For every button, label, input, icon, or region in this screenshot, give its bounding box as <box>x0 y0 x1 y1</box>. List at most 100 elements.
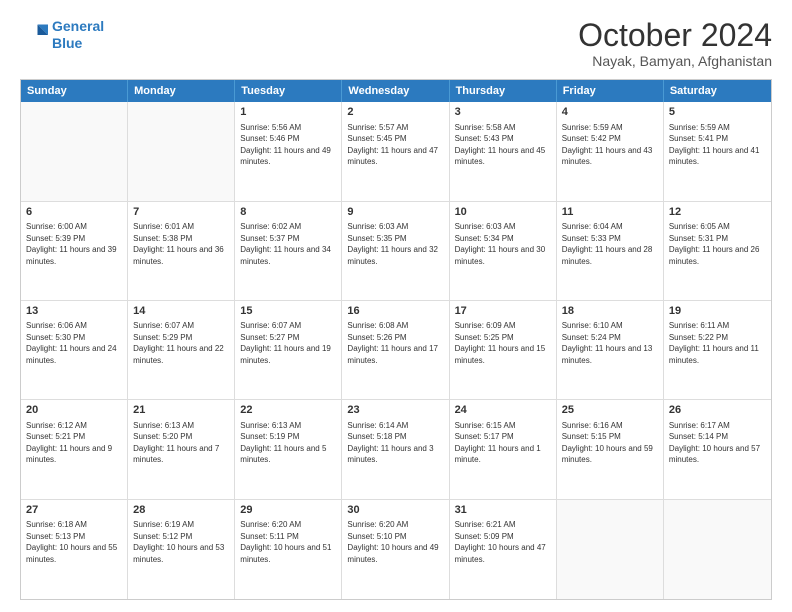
day-number: 27 <box>26 503 122 518</box>
table-row: 19Sunrise: 6:11 AMSunset: 5:22 PMDayligh… <box>664 301 771 399</box>
day-info: Sunrise: 6:06 AMSunset: 5:30 PMDaylight:… <box>26 320 122 366</box>
logo-line1: General <box>52 18 104 34</box>
calendar-body: 1Sunrise: 5:56 AMSunset: 5:46 PMDaylight… <box>21 102 771 599</box>
calendar-row: 27Sunrise: 6:18 AMSunset: 5:13 PMDayligh… <box>21 500 771 599</box>
table-row: 31Sunrise: 6:21 AMSunset: 5:09 PMDayligh… <box>450 500 557 599</box>
day-info: Sunrise: 6:03 AMSunset: 5:35 PMDaylight:… <box>347 221 443 267</box>
table-row <box>21 102 128 200</box>
page: General Blue October 2024 Nayak, Bamyan,… <box>0 0 792 612</box>
weekday-header: Wednesday <box>342 80 449 102</box>
table-row: 2Sunrise: 5:57 AMSunset: 5:45 PMDaylight… <box>342 102 449 200</box>
table-row: 13Sunrise: 6:06 AMSunset: 5:30 PMDayligh… <box>21 301 128 399</box>
title-block: October 2024 Nayak, Bamyan, Afghanistan <box>578 18 772 69</box>
day-info: Sunrise: 6:20 AMSunset: 5:10 PMDaylight:… <box>347 519 443 565</box>
day-info: Sunrise: 6:20 AMSunset: 5:11 PMDaylight:… <box>240 519 336 565</box>
table-row: 4 Sunrise: 5:59 AMSunset: 5:42 PMDaylight… <box>557 102 664 200</box>
month-title: October 2024 <box>578 18 772 53</box>
table-row: 10Sunrise: 6:03 AMSunset: 5:34 PMDayligh… <box>450 202 557 300</box>
table-row: 23Sunrise: 6:14 AMSunset: 5:18 PMDayligh… <box>342 400 449 498</box>
day-info: Sunrise: 6:07 AMSunset: 5:29 PMDaylight:… <box>133 320 229 366</box>
table-row: 16Sunrise: 6:08 AMSunset: 5:26 PMDayligh… <box>342 301 449 399</box>
table-row: 17Sunrise: 6:09 AMSunset: 5:25 PMDayligh… <box>450 301 557 399</box>
day-number: 7 <box>133 205 229 220</box>
day-number: 11 <box>562 205 658 220</box>
table-row: 25 Sunrise: 6:16 AMSunset: 5:15 PMDayligh… <box>557 400 664 498</box>
day-info: Sunrise: 6:08 AMSunset: 5:26 PMDaylight:… <box>347 320 443 366</box>
table-row: 26 Sunrise: 6:17 AMSunset: 5:14 PMDayligh… <box>664 400 771 498</box>
table-row: 6Sunrise: 6:00 AMSunset: 5:39 PMDaylight… <box>21 202 128 300</box>
day-number: 25 <box>562 403 658 418</box>
day-number: 13 <box>26 304 122 319</box>
day-info: Sunrise: 6:01 AMSunset: 5:38 PMDaylight:… <box>133 221 229 267</box>
day-number: 24 <box>455 403 551 418</box>
day-info: Sunrise: 6:09 AMSunset: 5:25 PMDaylight:… <box>455 320 551 366</box>
day-number: 12 <box>669 205 766 220</box>
table-row: 15Sunrise: 6:07 AMSunset: 5:27 PMDayligh… <box>235 301 342 399</box>
day-info: Sunrise: 6:17 AMSunset: 5:14 PMDaylight:… <box>669 420 766 466</box>
table-row: 11Sunrise: 6:04 AMSunset: 5:33 PMDayligh… <box>557 202 664 300</box>
day-number: 29 <box>240 503 336 518</box>
table-row: 28Sunrise: 6:19 AMSunset: 5:12 PMDayligh… <box>128 500 235 599</box>
day-info: Sunrise: 6:21 AMSunset: 5:09 PMDaylight:… <box>455 519 551 565</box>
day-info: Sunrise: 6:05 AMSunset: 5:31 PMDaylight:… <box>669 221 766 267</box>
day-info: Sunrise: 5:56 AMSunset: 5:46 PMDaylight:… <box>240 122 336 168</box>
table-row <box>664 500 771 599</box>
day-info: Sunrise: 6:07 AMSunset: 5:27 PMDaylight:… <box>240 320 336 366</box>
table-row: 30Sunrise: 6:20 AMSunset: 5:10 PMDayligh… <box>342 500 449 599</box>
calendar-row: 20Sunrise: 6:12 AMSunset: 5:21 PMDayligh… <box>21 400 771 499</box>
table-row: 20Sunrise: 6:12 AMSunset: 5:21 PMDayligh… <box>21 400 128 498</box>
day-number: 17 <box>455 304 551 319</box>
table-row <box>557 500 664 599</box>
table-row: 14Sunrise: 6:07 AMSunset: 5:29 PMDayligh… <box>128 301 235 399</box>
table-row: 22 Sunrise: 6:13 AMSunset: 5:19 PMDayligh… <box>235 400 342 498</box>
day-info: Sunrise: 6:18 AMSunset: 5:13 PMDaylight:… <box>26 519 122 565</box>
day-info: Sunrise: 6:14 AMSunset: 5:18 PMDaylight:… <box>347 420 443 466</box>
table-row: 8Sunrise: 6:02 AMSunset: 5:37 PMDaylight… <box>235 202 342 300</box>
logo-icon <box>20 21 48 49</box>
day-number: 18 <box>562 304 658 319</box>
day-info: Sunrise: 6:13 AMSunset: 5:19 PMDaylight:… <box>240 420 336 466</box>
day-number: 15 <box>240 304 336 319</box>
weekday-header: Saturday <box>664 80 771 102</box>
calendar-row: 1Sunrise: 5:56 AMSunset: 5:46 PMDaylight… <box>21 102 771 201</box>
weekday-header: Thursday <box>450 80 557 102</box>
table-row: 7Sunrise: 6:01 AMSunset: 5:38 PMDaylight… <box>128 202 235 300</box>
day-number: 6 <box>26 205 122 220</box>
day-number: 4 <box>562 105 658 120</box>
location: Nayak, Bamyan, Afghanistan <box>578 53 772 69</box>
day-number: 9 <box>347 205 443 220</box>
day-info: Sunrise: 5:59 AMSunset: 5:42 PMDaylight:… <box>562 122 658 168</box>
day-number: 14 <box>133 304 229 319</box>
header: General Blue October 2024 Nayak, Bamyan,… <box>20 18 772 69</box>
day-info: Sunrise: 6:16 AMSunset: 5:15 PMDaylight:… <box>562 420 658 466</box>
table-row: 27Sunrise: 6:18 AMSunset: 5:13 PMDayligh… <box>21 500 128 599</box>
day-info: Sunrise: 6:04 AMSunset: 5:33 PMDaylight:… <box>562 221 658 267</box>
day-number: 10 <box>455 205 551 220</box>
day-number: 30 <box>347 503 443 518</box>
weekday-header: Tuesday <box>235 80 342 102</box>
table-row: 29Sunrise: 6:20 AMSunset: 5:11 PMDayligh… <box>235 500 342 599</box>
day-number: 21 <box>133 403 229 418</box>
table-row: 21Sunrise: 6:13 AMSunset: 5:20 PMDayligh… <box>128 400 235 498</box>
logo-line2: Blue <box>52 35 82 51</box>
day-info: Sunrise: 5:58 AMSunset: 5:43 PMDaylight:… <box>455 122 551 168</box>
day-number: 22 <box>240 403 336 418</box>
calendar-row: 6Sunrise: 6:00 AMSunset: 5:39 PMDaylight… <box>21 202 771 301</box>
table-row: 9Sunrise: 6:03 AMSunset: 5:35 PMDaylight… <box>342 202 449 300</box>
calendar-row: 13Sunrise: 6:06 AMSunset: 5:30 PMDayligh… <box>21 301 771 400</box>
day-info: Sunrise: 6:15 AMSunset: 5:17 PMDaylight:… <box>455 420 551 466</box>
table-row: 18Sunrise: 6:10 AMSunset: 5:24 PMDayligh… <box>557 301 664 399</box>
day-number: 5 <box>669 105 766 120</box>
table-row: 24 Sunrise: 6:15 AMSunset: 5:17 PMDayligh… <box>450 400 557 498</box>
table-row: 3 Sunrise: 5:58 AMSunset: 5:43 PMDaylight… <box>450 102 557 200</box>
day-info: Sunrise: 5:59 AMSunset: 5:41 PMDaylight:… <box>669 122 766 168</box>
day-number: 3 <box>455 105 551 120</box>
calendar-header: SundayMondayTuesdayWednesdayThursdayFrid… <box>21 80 771 102</box>
day-info: Sunrise: 6:00 AMSunset: 5:39 PMDaylight:… <box>26 221 122 267</box>
day-info: Sunrise: 6:19 AMSunset: 5:12 PMDaylight:… <box>133 519 229 565</box>
weekday-header: Friday <box>557 80 664 102</box>
table-row: 5 Sunrise: 5:59 AMSunset: 5:41 PMDaylight… <box>664 102 771 200</box>
table-row <box>128 102 235 200</box>
calendar: SundayMondayTuesdayWednesdayThursdayFrid… <box>20 79 772 600</box>
day-number: 26 <box>669 403 766 418</box>
